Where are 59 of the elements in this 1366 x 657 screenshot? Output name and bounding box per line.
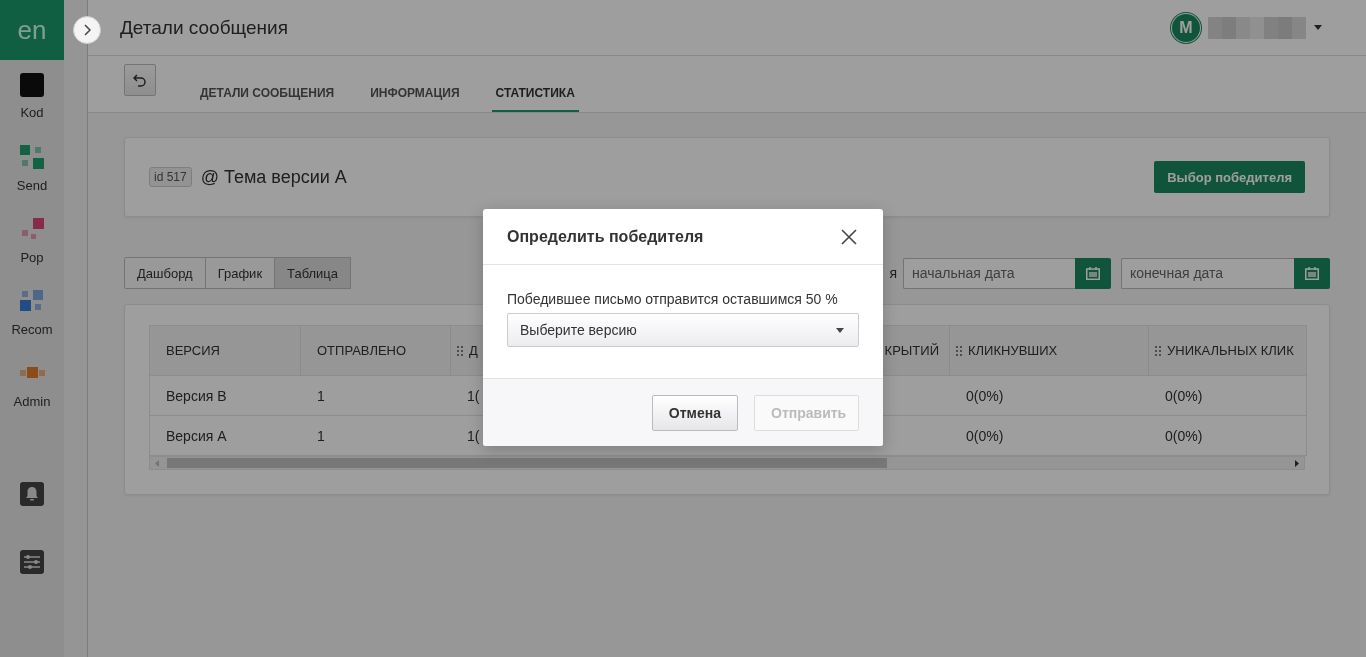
squares-icon [19,143,45,170]
nav-item[interactable]: Admin [0,348,64,420]
tab[interactable]: ДЕТАЛИ СООБЩЕНИЯ [196,86,339,112]
view-toggle[interactable]: Дашборд [124,257,206,289]
tab[interactable]: ИНФОРМАЦИЯ [366,86,464,112]
table-cell: 0(0%) [966,387,1004,404]
calendar-button[interactable] [1075,257,1111,289]
caret-icon [836,327,844,333]
id-badge: id 517 [149,167,192,187]
undo-icon [133,73,147,87]
start-date-field[interactable]: начальная дата [903,257,1075,289]
choose-winner-button[interactable]: Выбор победителя [1154,161,1305,193]
version-select[interactable]: Выберите версию [507,313,859,347]
close-icon [841,228,857,245]
date-label: я [889,265,897,281]
page-title: Детали сообщения [120,16,289,39]
scroll-right-icon[interactable] [1295,459,1299,467]
drag-handle-icon[interactable] [1155,345,1161,356]
tab[interactable]: СТАТИСТИКА [491,86,579,112]
sliders-icon[interactable] [20,550,44,574]
table-cell: Версия А [166,427,227,444]
square-icon [20,72,44,97]
drag-handle-icon[interactable] [457,345,463,356]
table-cell: 1( [467,427,480,444]
calendar-icon [1305,266,1319,280]
nav-item[interactable]: Recom [0,276,64,348]
nav-item[interactable]: Kod [0,60,64,132]
dialog-button[interactable]: Отмена [651,394,738,431]
expand-button[interactable] [73,16,101,44]
drag-handle-icon[interactable] [956,345,962,356]
table-cell: 0(0%) [1165,427,1203,444]
chevron-right-icon [83,24,91,36]
table-cell: 0(0%) [1165,387,1203,404]
close-button[interactable] [841,228,857,245]
end-date-field[interactable]: конечная дата [1121,257,1294,289]
nav-item[interactable]: Pop [0,204,64,276]
column-header[interactable]: УНИКАЛЬНЫХ КЛИК [1149,326,1306,375]
avatar[interactable]: M [1172,13,1200,42]
dialog-message: Победившее письмо отправится оставшимся 50 % [507,291,839,307]
calendar-button[interactable] [1294,257,1330,289]
table-cell: 1 [317,427,325,444]
logo[interactable]: en [0,0,64,60]
table-cell: Версия В [166,387,227,404]
view-toggle[interactable]: Таблица [274,257,352,289]
table-cell: 1 [317,387,325,404]
bell-icon[interactable] [20,482,44,506]
column-header[interactable]: КЛИКНУВШИХ [950,326,1149,375]
column-header[interactable]: ОТПРАВЛЕНО [301,326,451,375]
back-button[interactable] [124,64,156,96]
horizontal-scrollbar[interactable] [149,456,1305,470]
nav-item[interactable]: Send [0,132,64,204]
dialog-title: Определить победителя [507,227,704,246]
table-cell: 1( [467,387,480,404]
table-cell: 0(0%) [966,427,1004,444]
calendar-icon [1086,266,1100,280]
view-toggle[interactable]: График [204,257,276,289]
caret-icon[interactable] [1314,25,1322,30]
subject-text: @ Тема версии А [200,166,348,188]
column-header[interactable]: ВЕРСИЯ [150,326,301,375]
